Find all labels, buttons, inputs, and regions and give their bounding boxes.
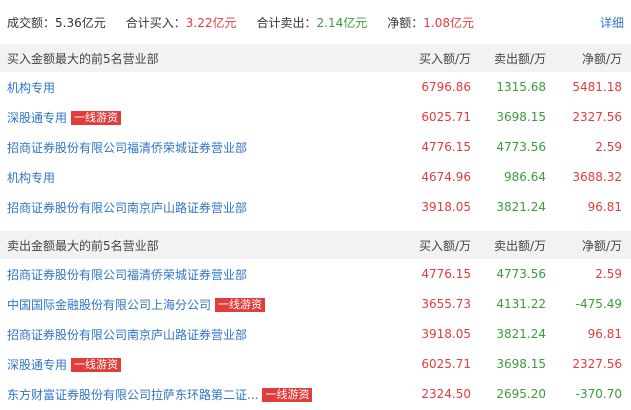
table-row[interactable]: 招商证券股份有限公司福清侨荣城证券营业部 4776.15 4773.56 2.59 bbox=[0, 132, 631, 162]
table-row[interactable]: 东方财富证券股份有限公司拉萨东环路第二证... 一线游资 2324.50 2695.2… bbox=[0, 379, 631, 409]
sell-amount: 3821.24 bbox=[496, 327, 546, 341]
buy-amount: 6025.71 bbox=[421, 110, 471, 124]
buy-summary: 合计买入：3.22亿元 bbox=[126, 14, 237, 31]
table-row[interactable]: 中国国际金融股份有限公司上海分公司 一线游资 3655.73 4131.22 -475.… bbox=[0, 289, 631, 319]
turnover-label: 成交额： bbox=[7, 15, 56, 30]
buy-amount: 6796.86 bbox=[421, 80, 471, 94]
col-header-sell: 卖出额/万 bbox=[493, 238, 546, 253]
sell-amount: 3698.15 bbox=[496, 357, 546, 371]
net-amount: 2327.56 bbox=[572, 110, 622, 124]
branch-name-link[interactable]: 中国国际金融股份有限公司上海分公司 一线游资 bbox=[7, 296, 266, 313]
branch-name-link[interactable]: 招商证券股份有限公司南京庐山路证券营业部 bbox=[7, 199, 247, 216]
col-header-net: 净额/万 bbox=[581, 238, 622, 253]
buy-amount: 3918.05 bbox=[421, 327, 471, 341]
sell-amount: 4131.22 bbox=[496, 297, 546, 311]
buy-amount: 2324.50 bbox=[421, 387, 471, 401]
branch-name-link[interactable]: 东方财富证券股份有限公司拉萨东环路第二证... 一线游资 bbox=[7, 386, 313, 403]
hot-money-badge: 一线游资 bbox=[71, 357, 122, 372]
buy-amount: 4776.15 bbox=[421, 140, 471, 154]
table-row[interactable]: 机构专用 4674.96 986.64 3688.32 bbox=[0, 162, 631, 192]
buy-section-rows: 机构专用 6796.86 1315.68 5481.18 深股通专用 一线游资 6025.7… bbox=[0, 72, 631, 222]
buy-amount: 3918.05 bbox=[421, 200, 471, 214]
buy-total-value: 3.22亿元 bbox=[185, 15, 237, 30]
branch-name: 深股通专用 bbox=[7, 110, 68, 125]
branch-name: 招商证券股份有限公司福清侨荣城证券营业部 bbox=[7, 267, 248, 282]
net-summary: 净额：1.08亿元 bbox=[387, 14, 474, 31]
buy-amount: 4776.15 bbox=[421, 267, 471, 281]
hot-money-badge: 一线游资 bbox=[262, 387, 313, 402]
buy-amount: 6025.71 bbox=[421, 357, 471, 371]
sell-amount: 986.64 bbox=[504, 170, 546, 184]
sell-amount: 3821.24 bbox=[496, 200, 546, 214]
col-header-net: 净额/万 bbox=[581, 51, 622, 66]
sell-total-label: 合计卖出： bbox=[256, 15, 317, 30]
table-row[interactable]: 深股通专用 一线游资 6025.71 3698.15 2327.56 bbox=[0, 102, 631, 132]
buy-total-label: 合计买入： bbox=[125, 15, 186, 30]
net-amount: 96.81 bbox=[587, 327, 622, 341]
detail-link[interactable]: 详细 bbox=[600, 14, 624, 31]
table-row[interactable]: 机构专用 6796.86 1315.68 5481.18 bbox=[0, 72, 631, 102]
branch-name-link[interactable]: 招商证券股份有限公司福清侨荣城证券营业部 bbox=[7, 266, 247, 283]
turnover-summary: 成交额：5.36亿元 bbox=[7, 14, 106, 31]
col-header-sell: 卖出额/万 bbox=[493, 51, 546, 66]
buy-amount: 4674.96 bbox=[421, 170, 471, 184]
branch-name-link[interactable]: 招商证券股份有限公司南京庐山路证券营业部 bbox=[7, 326, 247, 343]
summary-bar: 成交额：5.36亿元 合计买入：3.22亿元 合计卖出：2.14亿元 净额：1.… bbox=[0, 0, 631, 44]
buy-section-header: 买入金额最大的前5名营业部 买入额/万 卖出额/万 净额/万 bbox=[0, 44, 631, 72]
net-total-value: 1.08亿元 bbox=[423, 15, 474, 30]
net-amount: -475.49 bbox=[575, 297, 622, 311]
net-amount: 2.59 bbox=[595, 267, 622, 281]
col-header-buy: 买入额/万 bbox=[418, 238, 471, 253]
buy-amount: 3655.73 bbox=[421, 297, 471, 311]
buy-top5-section: 买入金额最大的前5名营业部 买入额/万 卖出额/万 净额/万 机构专用 6796.… bbox=[0, 44, 631, 222]
table-row[interactable]: 深股通专用 一线游资 6025.71 3698.15 2327.56 bbox=[0, 349, 631, 379]
buy-section-title: 买入金额最大的前5名营业部 bbox=[7, 51, 159, 66]
branch-name: 招商证券股份有限公司福清侨荣城证券营业部 bbox=[7, 140, 248, 155]
col-header-buy: 买入额/万 bbox=[418, 51, 471, 66]
net-amount: -370.70 bbox=[575, 387, 622, 401]
table-row[interactable]: 招商证券股份有限公司南京庐山路证券营业部 3918.05 3821.24 96.81 bbox=[0, 319, 631, 349]
sell-top5-section: 卖出金额最大的前5名营业部 买入额/万 卖出额/万 净额/万 招商证券股份有限公… bbox=[0, 231, 631, 409]
sell-amount: 2695.20 bbox=[496, 387, 546, 401]
net-amount: 96.81 bbox=[587, 200, 622, 214]
branch-name: 中国国际金融股份有限公司上海分公司 bbox=[7, 297, 212, 312]
branch-name-link[interactable]: 机构专用 bbox=[7, 169, 55, 186]
sell-section-rows: 招商证券股份有限公司福清侨荣城证券营业部 4776.15 4773.56 2.59 中国… bbox=[0, 259, 631, 409]
sell-amount: 1315.68 bbox=[496, 80, 546, 94]
branch-name: 招商证券股份有限公司南京庐山路证券营业部 bbox=[7, 327, 248, 342]
net-amount: 3688.32 bbox=[572, 170, 622, 184]
branch-name-link[interactable]: 深股通专用 一线游资 bbox=[7, 109, 122, 126]
hot-money-badge: 一线游资 bbox=[215, 297, 266, 312]
branch-name: 深股通专用 bbox=[7, 357, 68, 372]
net-amount: 5481.18 bbox=[572, 80, 622, 94]
sell-summary: 合计卖出：2.14亿元 bbox=[257, 14, 368, 31]
table-row[interactable]: 招商证券股份有限公司福清侨荣城证券营业部 4776.15 4773.56 2.59 bbox=[0, 259, 631, 289]
branch-name: 机构专用 bbox=[7, 170, 56, 185]
sell-amount: 3698.15 bbox=[496, 110, 546, 124]
branch-name: 东方财富证券股份有限公司拉萨东环路第二证... bbox=[7, 387, 259, 402]
sell-amount: 4773.56 bbox=[496, 267, 546, 281]
branch-name: 机构专用 bbox=[7, 80, 56, 95]
hot-money-badge: 一线游资 bbox=[71, 110, 122, 125]
sell-amount: 4773.56 bbox=[496, 140, 546, 154]
branch-name-link[interactable]: 招商证券股份有限公司福清侨荣城证券营业部 bbox=[7, 139, 247, 156]
table-row[interactable]: 招商证券股份有限公司南京庐山路证券营业部 3918.05 3821.24 96.81 bbox=[0, 192, 631, 222]
turnover-value: 5.36亿元 bbox=[55, 15, 106, 30]
sell-section-title: 卖出金额最大的前5名营业部 bbox=[7, 238, 159, 253]
net-amount: 2.59 bbox=[595, 140, 622, 154]
branch-name-link[interactable]: 深股通专用 一线游资 bbox=[7, 356, 122, 373]
branch-name: 招商证券股份有限公司南京庐山路证券营业部 bbox=[7, 200, 248, 215]
branch-name-link[interactable]: 机构专用 bbox=[7, 79, 55, 96]
net-total-label: 净额： bbox=[387, 15, 424, 30]
sell-section-header: 卖出金额最大的前5名营业部 买入额/万 卖出额/万 净额/万 bbox=[0, 231, 631, 259]
net-amount: 2327.56 bbox=[572, 357, 622, 371]
sell-total-value: 2.14亿元 bbox=[316, 15, 368, 30]
